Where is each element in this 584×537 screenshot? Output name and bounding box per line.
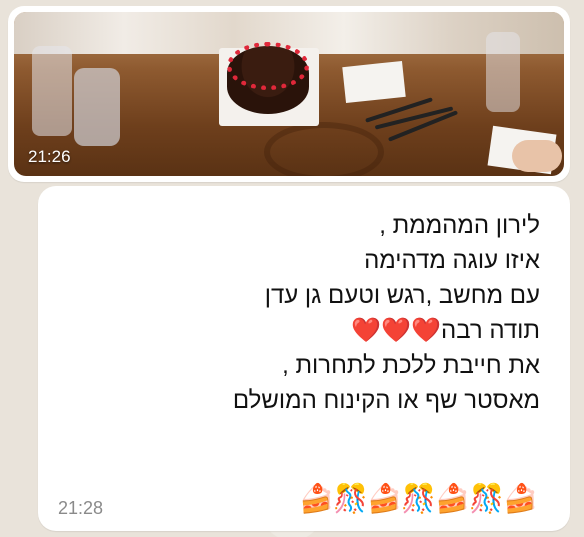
message-line: תודה רבה❤️❤️❤️	[351, 317, 540, 344]
image-message-time: 21:26	[28, 147, 71, 166]
confetti-emoji-icon: 🎊	[469, 482, 506, 515]
emoji-row: 🍰🎊🍰🎊🍰🎊🍰	[299, 482, 540, 515]
message-line: את חייבת ללכת לתחרות ,	[282, 352, 540, 379]
confetti-emoji-icon: 🎊	[401, 482, 438, 515]
text-message-bubble[interactable]: לירון המהממת , איזו עוגה מדהימה עם מחשב …	[38, 186, 570, 531]
image-message-bubble[interactable]: 21:26	[8, 6, 570, 182]
message-line: לירון המהממת ,	[379, 212, 540, 239]
photo-glass	[486, 32, 520, 112]
photo-hand	[512, 140, 562, 172]
confetti-emoji-icon: 🎊	[333, 482, 370, 515]
cake-emoji-icon: 🍰	[367, 482, 404, 515]
cake-emoji-icon: 🍰	[299, 482, 336, 515]
message-text: לירון המהממת , איזו עוגה מדהימה עם מחשב …	[233, 208, 540, 418]
photo-glass	[32, 46, 72, 136]
photo-wood-grain	[264, 122, 384, 176]
cake-emoji-icon: 🍰	[435, 482, 472, 515]
message-line: מאסטר שף או הקינוח המושלם	[232, 387, 540, 414]
message-line: עם מחשב ,רגש וטעם גן עדן	[264, 282, 540, 309]
text-message-time: 21:28	[58, 498, 104, 518]
cake-photo[interactable]: 21:26	[14, 12, 564, 176]
photo-carafe	[74, 68, 120, 146]
photo-cake-decoration	[227, 42, 309, 90]
cake-emoji-icon: 🍰	[503, 482, 540, 515]
photo-napkin	[342, 60, 406, 104]
message-line: איזו עוגה מדהימה	[364, 247, 540, 274]
